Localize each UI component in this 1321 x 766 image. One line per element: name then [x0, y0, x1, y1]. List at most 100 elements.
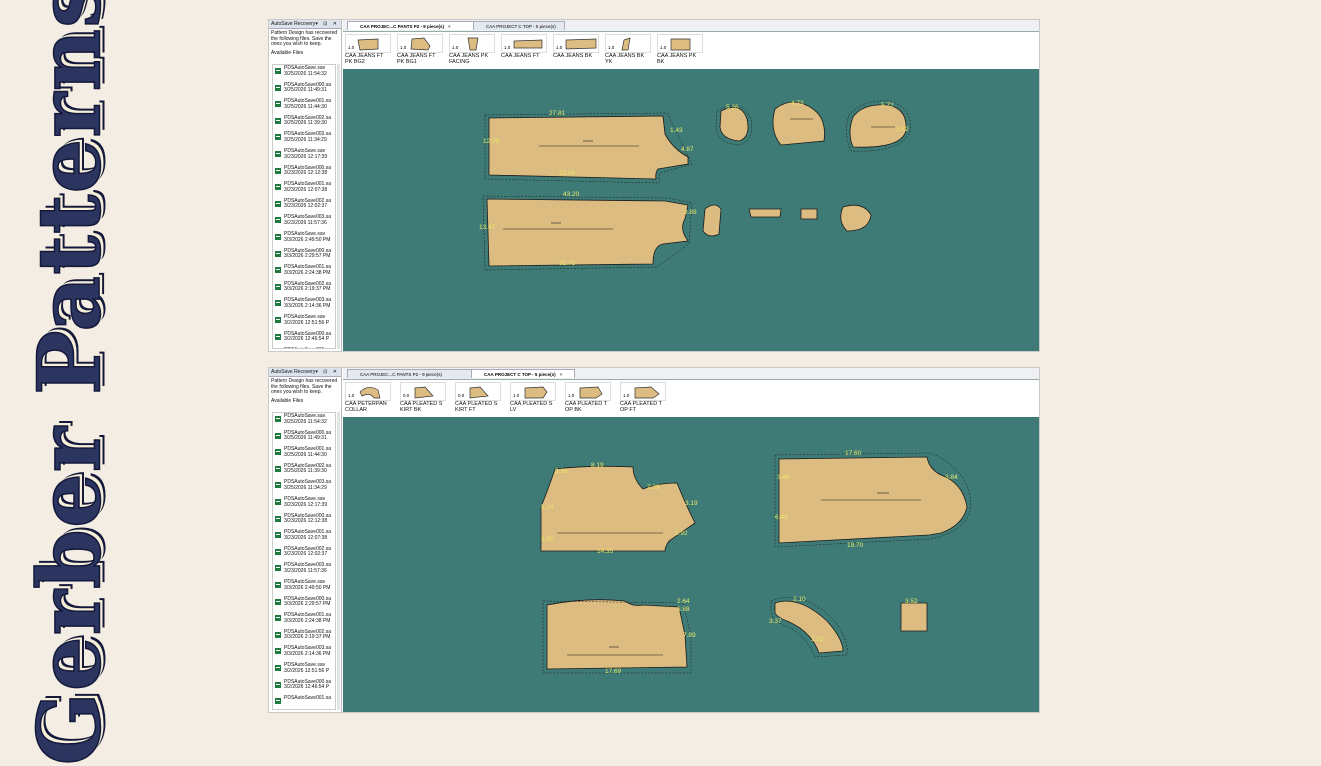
recovered-file-item[interactable]: PDSAutoSave002.sa 3/25/2026 11:39:30 — [273, 115, 335, 132]
tab-pants[interactable]: CAA PROJEC...C PANTS P2 - 9 piece(s) — [347, 369, 473, 378]
tab-pants[interactable]: CAA PROJEC...C PANTS P2 - 9 piece(s) × — [347, 21, 475, 30]
excel-file-icon — [275, 581, 281, 588]
piece-icon-bar: 1.0 CAA JEANS FT PK BG2 1.0 CAA JEANS FT PK… — [343, 32, 1039, 71]
excel-file-icon — [275, 300, 281, 307]
pattern-piece-pleated-slv — [900, 602, 928, 632]
file-date: 3/3/2026 2:14:36 PM — [284, 302, 331, 309]
recovered-file-item[interactable]: PDSAutoSave.sav 3/25/2026 11:54:32 — [273, 413, 335, 430]
piece-shape-icon — [621, 37, 631, 51]
recovered-file-item[interactable]: PDSAutoSave003.sa 3/3/2026 2:14:36 PM — [273, 645, 335, 662]
recovered-file-item[interactable]: PDSAutoSave002.sa 3/3/2026 2:19:37 PM — [273, 629, 335, 646]
recovered-file-item[interactable]: PDSAutoSave.sav 3/2/2026 12:51:56 P — [273, 662, 335, 679]
piece-shape-icon — [410, 37, 431, 51]
recovered-file-item[interactable]: PDSAutoSave001.sa 3/23/2026 12:07:38 — [273, 529, 335, 546]
recovered-file-item[interactable]: PDSAutoSave001.sa 3/3/2026 2:24:38 PM — [273, 612, 335, 629]
piece-shape-icon — [469, 386, 489, 399]
recovered-file-item[interactable]: PDSAutoSave002.sa 3/23/2026 12:02:37 — [273, 198, 335, 215]
recovered-file-item[interactable]: PDSAutoSave002.sa 3/25/2026 11:39:30 — [273, 463, 335, 480]
recovered-file-item[interactable]: PDSAutoSave003.sa 3/3/2026 2:14:36 PM — [273, 297, 335, 314]
file-date: 3/25/2026 11:49:31 — [284, 87, 327, 94]
recovered-file-item[interactable]: PDSAutoSave000.sa 3/25/2026 11:49:31 — [273, 82, 335, 99]
close-tab-icon[interactable]: × — [448, 24, 451, 29]
piece-thumbnail[interactable]: 0.0 CAA PLEATED S KIRT FT — [455, 382, 501, 416]
file-date: 3/25/2026 11:44:30 — [284, 103, 327, 110]
recovered-file-item[interactable]: PDSAutoSave000.sa 3/23/2026 12:12:38 — [273, 165, 335, 182]
piece-quantity: 1.0 — [348, 45, 355, 50]
piece-quantity: 1.0 — [504, 45, 511, 50]
recovered-file-item[interactable]: PDSAutoSave000.sa 3/25/2026 11:49:31 — [273, 430, 335, 447]
recovered-file-item[interactable]: PDSAutoSave001.sa 3/25/2026 11:44:30 — [273, 98, 335, 115]
piece-thumbnail[interactable]: 1.0 CAA JEANS FT PK BG2 — [345, 34, 391, 68]
recovered-file-item[interactable]: PDSAutoSave.sav 3/23/2026 12:17:39 — [273, 148, 335, 165]
recovered-file-item[interactable]: PDSAutoSave000.sa 3/3/2026 2:29:57 PM — [273, 248, 335, 265]
excel-file-icon — [275, 150, 281, 157]
measurement: 8.19 — [591, 462, 604, 469]
file-date: 3/3/2026 2:24:38 PM — [284, 617, 331, 624]
piece-shape-icon — [357, 38, 379, 51]
piece-thumbnail[interactable]: 1.0 CAA JEANS PK BK — [657, 34, 703, 68]
piece-thumbnail[interactable]: 1.0 CAA PLEATED T OP BK — [565, 382, 611, 416]
recovered-file-item[interactable]: PDSAutoSave.sav 3/2/2026 12:51:56 P — [273, 314, 335, 331]
tab-top[interactable]: CAA PROJECT C TOP - 5 piece(s) — [473, 21, 565, 30]
measurement: 2.64 — [677, 598, 690, 605]
recovered-file-item[interactable]: PDSAutoSave.sav 3/25/2026 11:54:32 — [273, 65, 335, 82]
piece-thumbnail[interactable]: 1.0 CAA JEANS FT — [501, 34, 547, 68]
measurement: 7.39 — [647, 484, 660, 491]
excel-file-icon — [275, 548, 281, 555]
recovered-file-item[interactable]: PDSAutoSave001.sa — [273, 695, 335, 709]
recovered-file-item[interactable]: PDSAutoSave.sav 3/23/2026 12:17:39 — [273, 496, 335, 513]
pattern-design-window-top: AutoSave Recovery ▾ ⊡ ✕ Pattern Design h… — [268, 367, 1040, 713]
recovered-file-item[interactable]: PDSAutoSave003.sa 3/25/2026 11:34:29 — [273, 479, 335, 496]
file-list-scrollbar[interactable] — [337, 64, 340, 349]
panel-controls[interactable]: ▾ ⊡ ✕ — [315, 369, 341, 375]
excel-file-icon — [275, 565, 281, 572]
recovered-file-item[interactable]: PDSAutoSave000.sa 3/3/2026 2:29:57 PM — [273, 596, 335, 613]
recovered-file-item[interactable]: PDSAutoSave002.sa 3/23/2026 12:02:37 — [273, 546, 335, 563]
recovered-file-item[interactable]: PDSAutoSave001.sa — [273, 347, 335, 348]
available-files-label: Available Files — [271, 397, 304, 404]
piece-thumbnail[interactable]: 1.0 CAA JEANS FT PK BG1 — [397, 34, 443, 68]
measurement: 4.73 — [791, 100, 804, 107]
piece-thumb-box: 1.0 — [501, 34, 547, 53]
excel-file-icon — [275, 101, 281, 108]
file-date: 3/25/2026 11:39:30 — [284, 468, 327, 475]
file-date: 3/23/2026 12:02:37 — [284, 551, 328, 558]
tab-top[interactable]: CAA PROJECT C TOP - 5 piece(s) × — [471, 369, 575, 378]
panel-controls[interactable]: ▾ ⊡ ✕ — [315, 21, 341, 27]
recovered-file-item[interactable]: PDSAutoSave001.sa 3/3/2026 2:24:38 PM — [273, 264, 335, 281]
piece-thumbnail[interactable]: 1.0 CAA JEANS BK — [553, 34, 599, 68]
excel-file-icon — [275, 432, 281, 439]
piece-thumbnail[interactable]: 1.0 CAA JEANS PK FACING — [449, 34, 495, 68]
piece-thumbnail[interactable]: 1.0 CAA PLEATED S LV — [510, 382, 556, 416]
recovered-file-item[interactable]: PDSAutoSave002.sa 3/3/2026 2:19:37 PM — [273, 281, 335, 298]
close-tab-icon[interactable]: × — [560, 372, 563, 377]
recovered-file-item[interactable]: PDSAutoSave003.sa 3/23/2026 11:57:36 — [273, 214, 335, 231]
piece-thumbnail[interactable]: 1.0 CAA JEANS BK YK — [605, 34, 651, 68]
pattern-work-area[interactable]: 27.81 12.08 1.43 4.87 33.96 43.20 13.47 … — [343, 69, 1039, 351]
file-date: 3/25/2026 11:54:32 — [284, 418, 327, 425]
piece-thumbnail[interactable]: 1.0 CAA PLEATED T OP FT — [620, 382, 666, 416]
measurement: 43.20 — [563, 191, 580, 198]
pattern-pieces-drawing: 8.19 3.38 7.39 3.19 5.24 2.90 14.35 1.92… — [540, 450, 972, 675]
recovered-file-item[interactable]: PDSAutoSave.sav 3/3/2026 2:49:50 PM — [273, 231, 335, 248]
piece-thumbnail[interactable]: 0.0 CAA PLEATED S KIRT BK — [400, 382, 446, 416]
autosave-panel-titlebar[interactable]: AutoSave Recovery ▾ ⊡ ✕ — [269, 368, 341, 377]
excel-file-icon — [275, 482, 281, 489]
piece-thumbnail[interactable]: 1.0 CAA PETERPAN COLLAR — [345, 382, 391, 416]
recovered-file-item[interactable]: PDSAutoSave000.sa 3/2/2026 12:46:54 P — [273, 679, 335, 696]
file-list-scrollbar[interactable] — [337, 412, 340, 710]
pattern-work-area[interactable]: 8.19 3.38 7.39 3.19 5.24 2.90 14.35 1.92… — [343, 417, 1039, 712]
recovered-file-item[interactable]: PDSAutoSave.sav 3/3/2026 2:49:50 PM — [273, 579, 335, 596]
excel-file-icon — [275, 200, 281, 207]
file-date: 3/25/2026 11:49:31 — [284, 435, 327, 442]
recovered-file-item[interactable]: PDSAutoSave000.sa 3/2/2026 12:46:54 P — [273, 331, 335, 348]
recovered-file-item[interactable]: PDSAutoSave001.sa 3/25/2026 11:44:30 — [273, 446, 335, 463]
recovered-file-item[interactable]: PDSAutoSave000.sa 3/23/2026 12:12:38 — [273, 513, 335, 530]
piece-thumb-box: 1.0 — [657, 34, 703, 53]
piece-name: CAA PETERPAN COLLAR — [345, 401, 387, 413]
file-date: 3/25/2026 11:54:32 — [284, 70, 327, 77]
recovered-file-item[interactable]: PDSAutoSave003.sa 3/25/2026 11:34:29 — [273, 131, 335, 148]
recovered-file-item[interactable]: PDSAutoSave001.sa 3/23/2026 12:07:38 — [273, 181, 335, 198]
recovered-file-item[interactable]: PDSAutoSave003.sa 3/23/2026 11:57:36 — [273, 562, 335, 579]
autosave-panel-titlebar[interactable]: AutoSave Recovery ▾ ⊡ ✕ — [269, 20, 341, 29]
